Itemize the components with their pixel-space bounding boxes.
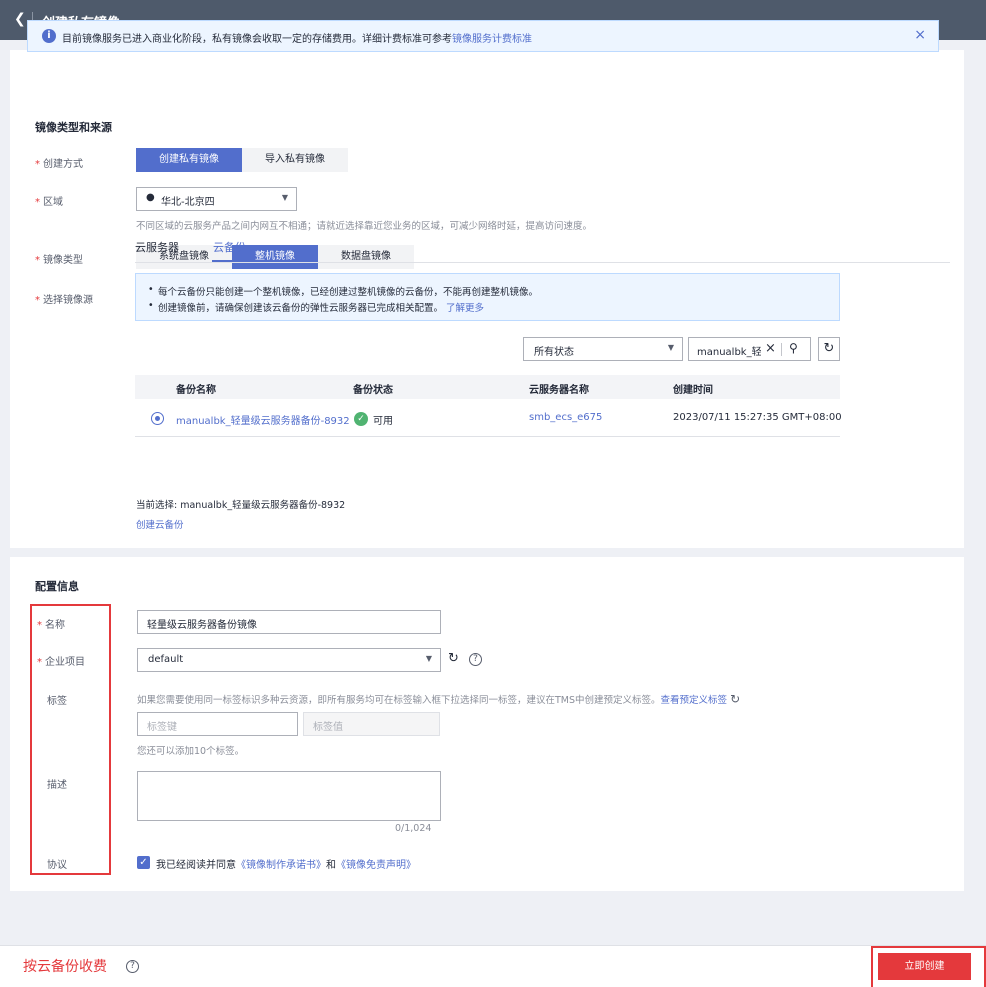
- section-title-config: 配置信息: [35, 580, 79, 593]
- disclaimer-link[interactable]: 《镜像免责声明》: [336, 860, 416, 871]
- backup-status: 可用: [373, 416, 393, 427]
- refresh-icon[interactable]: ↻: [730, 692, 740, 706]
- description-counter: 0/1,024: [395, 823, 432, 834]
- table-row[interactable]: manualbk_轻量级云服务器备份-8932 ✓ 可用 smb_ecs_e67…: [135, 399, 842, 437]
- location-pin-icon: ●: [146, 192, 155, 203]
- backup-name-link[interactable]: manualbk_轻量级云服务器备份-8932: [176, 412, 350, 427]
- col-created-time: 创建时间: [673, 385, 713, 396]
- section-title-source: 镜像类型和来源: [35, 121, 112, 134]
- server-name-link[interactable]: smb_ecs_e675: [529, 412, 602, 423]
- col-server-name: 云服务器名称: [529, 385, 589, 396]
- tags-remaining: 您还可以添加10个标签。: [137, 746, 245, 757]
- create-method-toggle: 创建私有镜像 导入私有镜像: [136, 148, 348, 172]
- create-private-image-option[interactable]: 创建私有镜像: [136, 148, 242, 172]
- region-hint: 不同区域的云服务产品之间内网互不相通；请就近选择靠近您业务的区域，可减少网络时延…: [136, 221, 593, 232]
- learn-more-link[interactable]: 了解更多: [446, 303, 484, 314]
- col-backup-status: 备份状态: [353, 385, 393, 396]
- tag-value-input: 标签值: [303, 712, 440, 736]
- active-tab-indicator: [212, 260, 260, 262]
- clear-icon[interactable]: ×: [765, 341, 776, 356]
- tags-hint: 如果您需要使用同一标签标识多种云资源，即所有服务均可在标签输入框下拉选择同一标签…: [137, 692, 741, 706]
- check-circle-icon: ✓: [354, 412, 368, 426]
- source-tabs: 云服务器 云备份: [135, 233, 950, 263]
- caret-down-icon: ▼: [667, 343, 674, 352]
- import-private-image-option[interactable]: 导入私有镜像: [242, 148, 348, 172]
- tab-cloud-server[interactable]: 云服务器: [135, 239, 179, 255]
- highlight-box-labels: [30, 604, 111, 875]
- col-backup-name: 备份名称: [176, 385, 216, 396]
- refresh-button[interactable]: ↻: [818, 337, 840, 361]
- view-predefined-tags-link[interactable]: 查看预定义标签: [661, 695, 728, 706]
- region-select[interactable]: ● 华北-北京四 ▼: [136, 187, 297, 211]
- notice-text: 目前镜像服务已进入商业化阶段，私有镜像会收取一定的存储费用。详细计费标准可参考镜…: [62, 34, 532, 45]
- caret-down-icon: ▼: [425, 654, 432, 663]
- name-input[interactable]: 轻量级云服务器备份镜像: [137, 610, 441, 634]
- tab-cloud-backup[interactable]: 云备份: [213, 239, 246, 255]
- commitment-link[interactable]: 《镜像制作承诺书》: [236, 860, 326, 871]
- divider: [781, 343, 782, 356]
- refresh-icon: ↻: [823, 341, 835, 356]
- notice-banner: i 目前镜像服务已进入商业化阶段，私有镜像会收取一定的存储费用。详细计费标准可参…: [27, 20, 939, 52]
- chevron-left-icon[interactable]: ❮: [14, 11, 26, 27]
- billing-mode: 按云备份收费: [23, 959, 107, 975]
- info-icon: i: [42, 29, 56, 43]
- billing-standard-link[interactable]: 镜像服务计费标准: [452, 34, 532, 45]
- agreement-checkbox[interactable]: ✓: [137, 856, 150, 869]
- image-source-label: * 选择镜像源: [35, 295, 93, 306]
- tip-line-1: 每个云备份只能创建一个整机镜像，已经创建过整机镜像的云备份，不能再创建整机镜像。: [148, 284, 538, 298]
- current-selection: 当前选择: manualbk_轻量级云服务器备份-8932: [136, 500, 346, 511]
- description-textarea[interactable]: [137, 771, 441, 821]
- refresh-icon[interactable]: ↻: [448, 651, 459, 666]
- row-radio[interactable]: [151, 412, 164, 425]
- created-time: 2023/07/11 15:27:35 GMT+08:00: [673, 412, 842, 423]
- footer-bar: 按云备份收费 ? 立即创建: [0, 945, 986, 987]
- agreement-text: 我已经阅读并同意《镜像制作承诺书》和《镜像免责声明》: [156, 860, 416, 871]
- help-icon[interactable]: ?: [469, 653, 482, 666]
- tip-line-2: 创建镜像前，请确保创建该云备份的弹性云服务器已完成相关配置。 了解更多: [148, 300, 484, 314]
- caret-down-icon: ▼: [281, 193, 288, 202]
- tip-box: 每个云备份只能创建一个整机镜像，已经创建过整机镜像的云备份，不能再创建整机镜像。…: [135, 273, 840, 321]
- image-type-label: * 镜像类型: [35, 255, 83, 266]
- create-backup-link[interactable]: 创建云备份: [136, 517, 184, 531]
- create-method-label: * 创建方式: [35, 159, 83, 170]
- help-icon[interactable]: ?: [126, 960, 139, 973]
- enterprise-project-select[interactable]: default ▼: [137, 648, 441, 672]
- tag-key-input[interactable]: 标签键: [137, 712, 298, 736]
- region-label: * 区域: [35, 197, 63, 208]
- highlight-box-create: [871, 946, 986, 987]
- search-icon[interactable]: ⚲: [789, 341, 798, 355]
- status-filter-select[interactable]: 所有状态 ▼: [523, 337, 683, 361]
- search-input[interactable]: manualbk_轻量级 × ⚲: [688, 337, 811, 361]
- table-header: 备份名称 备份状态 云服务器名称 创建时间: [135, 375, 840, 399]
- close-icon[interactable]: ×: [914, 27, 926, 43]
